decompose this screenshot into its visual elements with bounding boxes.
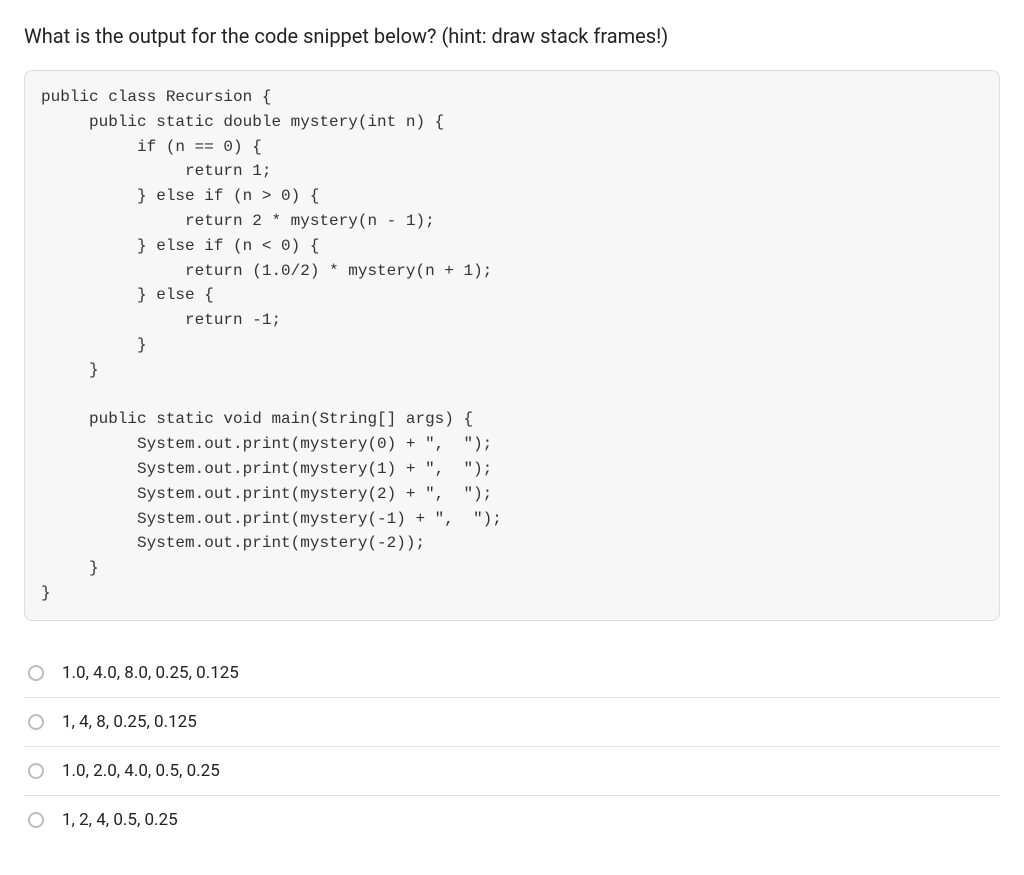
option-1[interactable]: 1.0, 4.0, 8.0, 0.25, 0.125 [24,649,1000,698]
question-title: What is the output for the code snippet … [24,22,1000,50]
radio-icon [28,714,44,730]
option-4[interactable]: 1, 2, 4, 0.5, 0.25 [24,796,1000,844]
option-label: 1.0, 4.0, 8.0, 0.25, 0.125 [62,663,239,683]
option-label: 1, 2, 4, 0.5, 0.25 [62,810,178,830]
option-label: 1, 4, 8, 0.25, 0.125 [62,712,197,732]
answer-options: 1.0, 4.0, 8.0, 0.25, 0.125 1, 4, 8, 0.25… [24,649,1000,844]
radio-icon [28,812,44,828]
radio-icon [28,763,44,779]
option-label: 1.0, 2.0, 4.0, 0.5, 0.25 [62,761,220,781]
option-2[interactable]: 1, 4, 8, 0.25, 0.125 [24,698,1000,747]
radio-icon [28,665,44,681]
option-3[interactable]: 1.0, 2.0, 4.0, 0.5, 0.25 [24,747,1000,796]
code-snippet: public class Recursion { public static d… [24,70,1000,621]
